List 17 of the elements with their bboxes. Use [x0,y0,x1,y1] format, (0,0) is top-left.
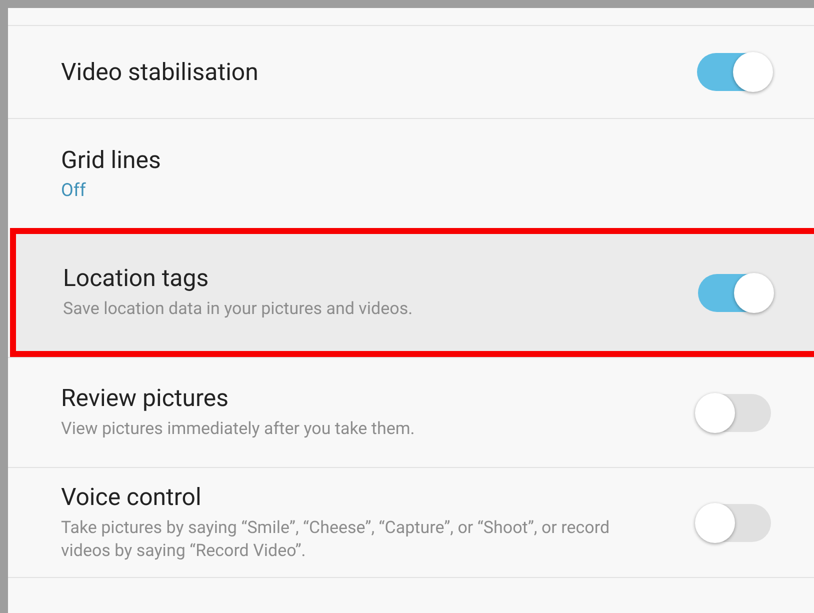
setting-title: Location tags [63,264,210,292]
toggle-switch[interactable] [697,504,771,542]
setting-row[interactable]: Voice control Take pictures by saying “Smile”, “Cheese”, “Capture”, or “Shoot”, or record videos by saying “Record Video”. [8,467,814,577]
setting-description: Save location data in your pictures and videos. [63,298,414,321]
setting-value: Off [61,180,87,201]
highlighted-setting-row[interactable]: Location tags Save location data in your pictures and videos. [10,228,814,357]
setting-description: View pictures immediately after you take them. [61,418,416,441]
setting-title: Voice control [61,482,202,510]
setting-description: Take pictures by saying “Smile”, “Cheese”, “Capture”, or “Shoot”, or record videos by saying “Record Video”. [61,516,611,562]
toggle-switch[interactable] [697,394,771,432]
toggle-switch[interactable] [697,53,771,91]
setting-row[interactable]: Video stabilisation [8,25,814,118]
setting-row[interactable]: Review pictures View pictures immediately after you take them. [8,357,814,467]
setting-title: Grid lines [61,146,162,174]
toggle-switch[interactable] [698,274,772,312]
setting-title: Video stabilisation [61,58,260,86]
setting-title: Review pictures [61,384,230,412]
